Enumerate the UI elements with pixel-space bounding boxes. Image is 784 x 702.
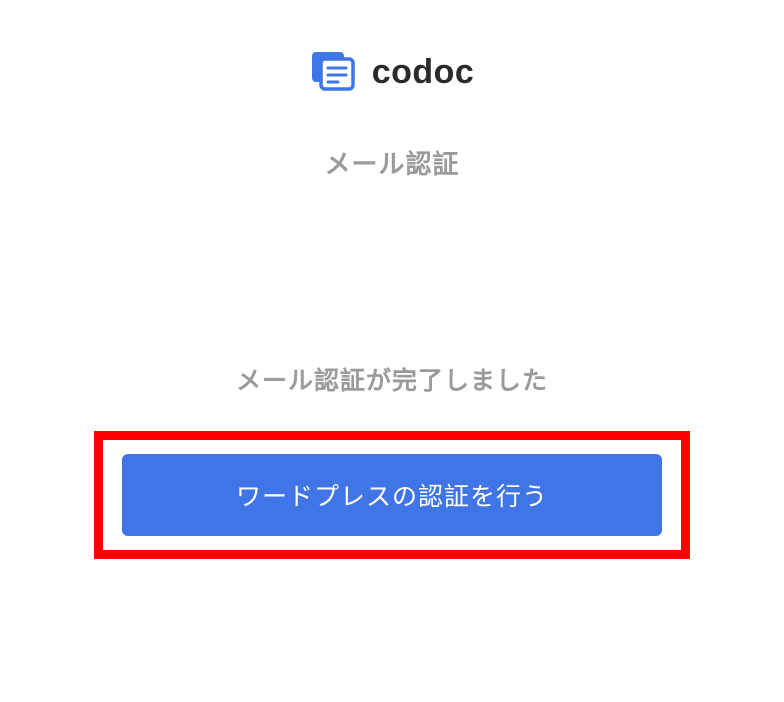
brand-logo: codoc bbox=[310, 50, 475, 94]
completion-message: メール認証が完了しました bbox=[236, 361, 548, 397]
highlight-box: ワードプレスの認証を行う bbox=[94, 431, 690, 559]
brand-name: codoc bbox=[372, 53, 475, 92]
codoc-icon bbox=[310, 50, 358, 94]
wordpress-auth-button[interactable]: ワードプレスの認証を行う bbox=[122, 454, 662, 536]
page-title: メール認証 bbox=[324, 144, 459, 181]
